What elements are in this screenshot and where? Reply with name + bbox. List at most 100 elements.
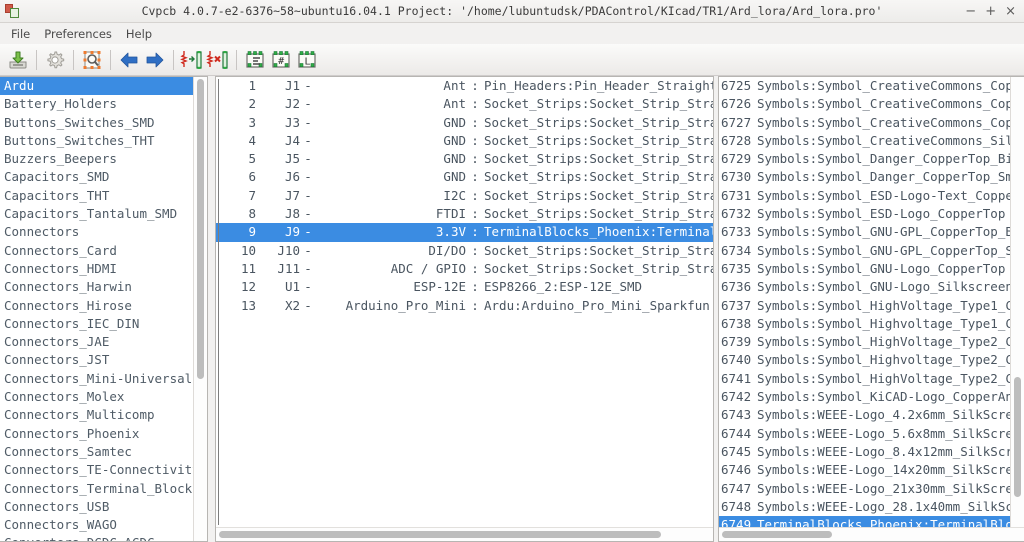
component-row[interactable]: 9 J9- 3.3V: TerminalBlocks_Phoenix:Terminal… <box>216 223 713 242</box>
close-button[interactable]: × <box>1005 5 1016 18</box>
component-list-hscroll-thumb[interactable] <box>219 531 661 538</box>
pane-splitter-left[interactable] <box>208 76 213 542</box>
footprint-number: 6741 <box>721 370 752 386</box>
library-list-item[interactable]: Buttons_Switches_SMD <box>0 114 207 132</box>
library-list-vscroll-thumb[interactable] <box>197 79 204 379</box>
component-list[interactable]: 1J1-Ant:Pin_Headers:Pin_Header_Straight_… <box>216 77 713 527</box>
footprint-row[interactable]: 6739 Symbols:Symbol_HighVoltage_Type2_Cop… <box>719 333 1024 351</box>
filter-by-library-button[interactable] <box>242 47 268 73</box>
filter-by-pin-count-button[interactable]: # <box>268 47 294 73</box>
footprint-row[interactable]: 6749 TerminalBlocks_Phoenix:TerminalBlock… <box>719 516 1024 527</box>
library-list-item[interactable]: Connectors_JAE <box>0 333 207 351</box>
component-dash: - <box>304 206 312 222</box>
library-list-item[interactable]: Capacitors_Tantalum_SMD <box>0 205 207 223</box>
footprint-list-vscrollbar[interactable] <box>1010 77 1024 528</box>
component-row[interactable]: 12 U1- ESP-12E: ESP8266_2:ESP-12E_SMD <box>216 278 713 296</box>
delete-associations-button[interactable] <box>205 47 231 73</box>
maximize-button[interactable]: + <box>985 5 996 18</box>
footprint-row[interactable]: 6735 Symbols:Symbol_GNU-Logo_CopperTop <box>719 260 1024 278</box>
component-row[interactable]: 8 J8- FTDI: Socket_Strips:Socket_Strip_Stra… <box>216 205 713 223</box>
library-list-item[interactable]: Connectors <box>0 223 207 241</box>
library-list-item[interactable]: Connectors_Phoenix <box>0 425 207 443</box>
footprint-row[interactable]: 6744 Symbols:WEEE-Logo_5.6x8mm_SilkScreen <box>719 425 1024 443</box>
library-list-item[interactable]: Connectors_WAGO <box>0 516 207 534</box>
footprint-row[interactable]: 6748 Symbols:WEEE-Logo_28.1x40mm_SilkScre… <box>719 498 1024 516</box>
minimize-button[interactable]: − <box>965 5 976 18</box>
library-list-item[interactable]: Capacitors_SMD <box>0 168 207 186</box>
footprint-row[interactable]: 6736 Symbols:Symbol_GNU-Logo_SilkscreenTo… <box>719 278 1024 296</box>
footprint-row[interactable]: 6730 Symbols:Symbol_Danger_CopperTop_Smal… <box>719 168 1024 186</box>
footprint-list-hscroll-thumb[interactable] <box>722 531 832 538</box>
component-row[interactable]: 2 J2- Ant: Socket_Strips:Socket_Strip_Strai… <box>216 95 713 113</box>
filter-by-keyword-button[interactable]: L <box>294 47 320 73</box>
component-row[interactable]: 4 J4- GND: Socket_Strips:Socket_Strip_Strai… <box>216 132 713 150</box>
footprint-row[interactable]: 6742 Symbols:Symbol_KiCAD-Logo_CopperAndS… <box>719 388 1024 406</box>
footprint-row[interactable]: 6729 Symbols:Symbol_Danger_CopperTop_Big <box>719 150 1024 168</box>
footprint-name: Symbols:WEEE-Logo_5.6x8mm_SilkScreen <box>757 425 1024 441</box>
library-list-item[interactable]: Battery_Holders <box>0 95 207 113</box>
library-list-item[interactable]: Connectors_Harwin <box>0 278 207 296</box>
library-list[interactable]: Ardu Battery_Holders Buttons_Switches_SMD B… <box>0 77 207 541</box>
footprint-row[interactable]: 6737 Symbols:Symbol_HighVoltage_Type1_Cop… <box>719 297 1024 315</box>
auto-associate-button[interactable] <box>179 47 205 73</box>
library-list-item[interactable]: Connectors_HDMI <box>0 260 207 278</box>
component-list-hscrollbar[interactable] <box>216 527 713 541</box>
component-row[interactable]: 13 X2- Arduino_Pro_Mini: Ardu:Arduino_Pro_M… <box>216 297 713 315</box>
view-footprint-button[interactable] <box>79 47 105 73</box>
footprint-row[interactable]: 6726 Symbols:Symbol_CreativeCommons_Coppe… <box>719 95 1024 113</box>
component-reference: J2 <box>284 96 300 112</box>
footprint-row[interactable]: 6728 Symbols:Symbol_CreativeCommons_SilkS… <box>719 132 1024 150</box>
component-dash: - <box>304 96 312 112</box>
library-list-item[interactable]: Ardu <box>0 77 207 96</box>
library-list-item[interactable]: Connectors_Multicomp <box>0 406 207 424</box>
library-list-item[interactable]: Connectors_Hirose <box>0 297 207 315</box>
library-list-item[interactable]: Connectors_Terminal_Blocks <box>0 480 207 498</box>
library-list-vscrollbar[interactable] <box>193 77 207 541</box>
library-list-item[interactable]: Connectors_Molex <box>0 388 207 406</box>
library-list-item[interactable]: Connectors_JST <box>0 351 207 369</box>
library-list-item[interactable]: Buttons_Switches_THT <box>0 132 207 150</box>
component-row[interactable]: 6 J6- GND: Socket_Strips:Socket_Strip_Strai… <box>216 168 713 186</box>
library-list-item[interactable]: Buzzers_Beepers <box>0 150 207 168</box>
menu-preferences[interactable]: Preferences <box>37 25 119 43</box>
component-row[interactable]: 11 J11- ADC / GPIO: Socket_Strips:Socket_St… <box>216 260 713 278</box>
footprint-row[interactable]: 6741 Symbols:Symbol_HighVoltage_Type2_Cop… <box>719 370 1024 388</box>
footprint-list-hscrollbar[interactable] <box>719 527 1024 541</box>
footprint-row[interactable]: 6738 Symbols:Symbol_Highvoltage_Type1_Cop… <box>719 315 1024 333</box>
library-list-item[interactable]: Converters_DCDC_ACDC <box>0 534 207 541</box>
footprint-row[interactable]: 6740 Symbols:Symbol_Highvoltage_Type2_Cop… <box>719 351 1024 369</box>
footprint-row[interactable]: 6731 Symbols:Symbol_ESD-Logo-Text_CopperT… <box>719 187 1024 205</box>
footprint-row[interactable]: 6745 Symbols:WEEE-Logo_8.4x12mm_SilkScree… <box>719 443 1024 461</box>
previous-symbol-button[interactable] <box>116 47 142 73</box>
footprint-row[interactable]: 6747 Symbols:WEEE-Logo_21x30mm_SilkScreen <box>719 480 1024 498</box>
footprint-row[interactable]: 6725 Symbols:Symbol_CreativeCommons_Coppe… <box>719 77 1024 95</box>
component-footprint: Socket_Strips:Socket_Strip_Straight_1x06 <box>484 260 713 276</box>
footprint-row[interactable]: 6743 Symbols:WEEE-Logo_4.2x6mm_SilkScreen <box>719 406 1024 424</box>
footprint-row[interactable]: 6727 Symbols:Symbol_CreativeCommons_Coppe… <box>719 114 1024 132</box>
footprint-row[interactable]: 6734 Symbols:Symbol_GNU-GPL_CopperTop_Sma… <box>719 242 1024 260</box>
list-caret <box>218 79 219 525</box>
component-row[interactable]: 1 J1- Ant: Pin_Headers:Pin_Header_Straight_… <box>216 77 713 95</box>
footprint-row[interactable]: 6746 Symbols:WEEE-Logo_14x20mm_SilkScreen <box>719 461 1024 479</box>
library-list-item[interactable]: Capacitors_THT <box>0 187 207 205</box>
library-list-item[interactable]: Connectors_Mini-Universal <box>0 370 207 388</box>
footprint-row[interactable]: 6732 Symbols:Symbol_ESD-Logo_CopperTop <box>719 205 1024 223</box>
footprint-list[interactable]: 6725 Symbols:Symbol_CreativeCommons_Coppe… <box>719 77 1024 527</box>
component-row[interactable]: 10 J10- DI/DO: Socket_Strips:Socket_Strip_S… <box>216 242 713 260</box>
component-row[interactable]: 3 J3- GND: Socket_Strips:Socket_Strip_Strai… <box>216 114 713 132</box>
configuration-button[interactable] <box>42 47 68 73</box>
library-list-item[interactable]: Connectors_TE-Connectivity <box>0 461 207 479</box>
library-list-item[interactable]: Connectors_Samtec <box>0 443 207 461</box>
library-list-item[interactable]: Connectors_Card <box>0 242 207 260</box>
component-row[interactable]: 7 J7- I2C: Socket_Strips:Socket_Strip_Strai… <box>216 187 713 205</box>
footprint-row[interactable]: 6733 Symbols:Symbol_GNU-GPL_CopperTop_Big <box>719 223 1024 241</box>
menu-file[interactable]: File <box>4 25 37 43</box>
window-title: Cvpcb 4.0.7-e2-6376~58~ubuntu16.04.1 Pro… <box>141 4 883 18</box>
footprint-list-vscroll-thumb[interactable] <box>1014 377 1021 497</box>
library-list-item[interactable]: Connectors_IEC_DIN <box>0 315 207 333</box>
library-list-item[interactable]: Connectors_USB <box>0 498 207 516</box>
next-symbol-button[interactable] <box>142 47 168 73</box>
menu-help[interactable]: Help <box>119 25 159 43</box>
component-row[interactable]: 5 J5- GND: Socket_Strips:Socket_Strip_Strai… <box>216 150 713 168</box>
save-netlist-button[interactable] <box>5 47 31 73</box>
